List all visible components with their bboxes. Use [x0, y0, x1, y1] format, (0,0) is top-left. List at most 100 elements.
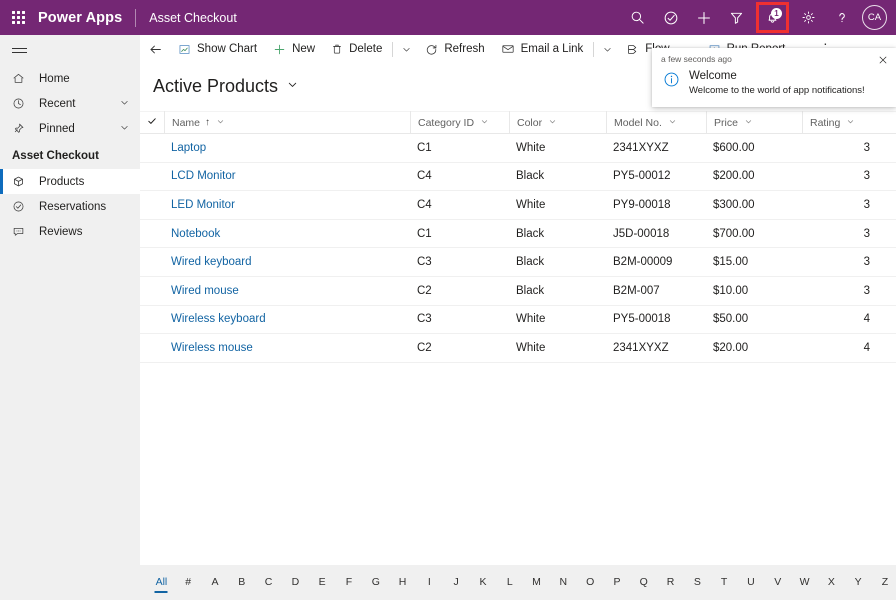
chevron-down-icon[interactable] — [668, 117, 677, 129]
alpha-filter-h[interactable]: H — [389, 573, 416, 593]
alpha-filter-y[interactable]: Y — [845, 573, 872, 593]
cell-model: J5D-00018 — [613, 227, 670, 240]
sidebar-item-reservations[interactable]: Reservations — [0, 194, 140, 219]
show-chart-button[interactable]: Show Chart — [170, 35, 265, 64]
alpha-filter-c[interactable]: C — [255, 573, 282, 593]
column-header-price[interactable]: Price — [706, 111, 802, 134]
column-header-name[interactable]: Name ↑ — [164, 111, 410, 134]
alpha-filter-t[interactable]: T — [711, 573, 738, 593]
table-row[interactable]: Wired mouse C2 Black B2M-007 $10.00 3 — [140, 277, 896, 306]
sidebar-item-reviews[interactable]: Reviews — [0, 219, 140, 244]
cell-name[interactable]: Notebook — [164, 228, 410, 240]
app-name-label[interactable]: Asset Checkout — [149, 11, 237, 25]
alpha-filter-f[interactable]: F — [336, 573, 363, 593]
alpha-filter-z[interactable]: Z — [872, 573, 896, 593]
chevron-down-icon[interactable] — [119, 122, 140, 136]
trash-icon — [331, 43, 343, 55]
alpha-filter-s[interactable]: S — [684, 573, 711, 593]
email-a-link-button[interactable]: Email a Link — [493, 35, 592, 64]
sidebar-item-products[interactable]: Products — [0, 169, 140, 194]
alpha-filter-g[interactable]: G — [362, 573, 389, 593]
alpha-filter-j[interactable]: J — [443, 573, 470, 593]
alpha-filter-b[interactable]: B — [228, 573, 255, 593]
alpha-filter-v[interactable]: V — [764, 573, 791, 593]
alpha-filter-e[interactable]: E — [309, 573, 336, 593]
sidebar-item-pinned[interactable]: Pinned — [0, 116, 140, 141]
alpha-filter-i[interactable]: I — [416, 573, 443, 593]
alpha-filter-q[interactable]: Q — [630, 573, 657, 593]
cell-name[interactable]: Wired keyboard — [164, 256, 410, 268]
table-row[interactable]: LED Monitor C4 White PY9-00018 $300.00 3 — [140, 191, 896, 220]
alpha-filter-a[interactable]: A — [202, 573, 229, 593]
cell-model: 2341XYXZ — [613, 341, 669, 354]
cell-category: C3 — [417, 313, 432, 326]
cell-price: $50.00 — [713, 313, 749, 326]
sidebar-item-label: Pinned — [39, 122, 75, 135]
plus-icon[interactable] — [687, 0, 720, 35]
filter-icon[interactable] — [720, 0, 753, 35]
alpha-filter-x[interactable]: X — [818, 573, 845, 593]
grid-header-row: Name ↑ Category ID Color Model No. Price… — [140, 111, 896, 134]
sidebar-item-label: Home — [39, 72, 70, 85]
chevron-down-icon[interactable] — [846, 117, 855, 129]
diagnostics-icon[interactable] — [654, 0, 687, 35]
chevron-down-icon[interactable] — [119, 97, 140, 111]
cell-name[interactable]: Wired mouse — [164, 285, 410, 297]
delete-caret-icon[interactable] — [395, 35, 417, 64]
notification-item[interactable]: Welcome Welcome to the world of app noti… — [652, 68, 896, 97]
chevron-down-icon[interactable] — [216, 117, 225, 129]
search-icon[interactable] — [621, 0, 654, 35]
help-icon[interactable] — [825, 0, 858, 35]
alpha-filter-k[interactable]: K — [470, 573, 497, 593]
alpha-filter-hash[interactable]: # — [175, 573, 202, 593]
cell-name[interactable]: Wireless keyboard — [164, 313, 410, 325]
cell-model: PY5-00012 — [613, 170, 671, 183]
refresh-button[interactable]: Refresh — [417, 35, 492, 64]
column-header-color[interactable]: Color — [509, 111, 606, 134]
alpha-filter-n[interactable]: N — [550, 573, 577, 593]
table-row[interactable]: Wired keyboard C3 Black B2M-00009 $15.00… — [140, 248, 896, 277]
alpha-filter-w[interactable]: W — [791, 573, 818, 593]
alpha-filter-o[interactable]: O — [577, 573, 604, 593]
alpha-filter-d[interactable]: D — [282, 573, 309, 593]
column-header-rating[interactable]: Rating — [802, 111, 890, 134]
cell-name[interactable]: Wireless mouse — [164, 342, 410, 354]
alpha-filter-u[interactable]: U — [738, 573, 765, 593]
alpha-filter-p[interactable]: P — [604, 573, 631, 593]
sidebar-item-recent[interactable]: Recent — [0, 91, 140, 116]
email-caret-icon[interactable] — [596, 35, 618, 64]
cell-name[interactable]: LCD Monitor — [164, 170, 410, 182]
column-header-model-no[interactable]: Model No. — [606, 111, 706, 134]
app-launcher-button[interactable] — [0, 0, 36, 35]
avatar[interactable]: CA — [862, 5, 887, 30]
close-icon[interactable] — [874, 52, 892, 68]
chevron-down-icon[interactable] — [480, 117, 489, 129]
comment-icon — [12, 225, 30, 238]
sidebar-item-home[interactable]: Home — [0, 66, 140, 91]
cell-name[interactable]: LED Monitor — [164, 199, 410, 211]
chevron-down-icon[interactable] — [286, 78, 299, 96]
table-row[interactable]: LCD Monitor C4 Black PY5-00012 $200.00 3 — [140, 163, 896, 192]
gear-icon[interactable] — [792, 0, 825, 35]
alpha-filter-m[interactable]: M — [523, 573, 550, 593]
alpha-filter-l[interactable]: L — [496, 573, 523, 593]
chevron-down-icon[interactable] — [548, 117, 557, 129]
table-row[interactable]: Laptop C1 White 2341XYXZ $600.00 3 — [140, 134, 896, 163]
command-label: Delete — [349, 43, 383, 55]
table-row[interactable]: Wireless keyboard C3 White PY5-00018 $50… — [140, 306, 896, 335]
table-row[interactable]: Notebook C1 Black J5D-00018 $700.00 3 — [140, 220, 896, 249]
delete-button[interactable]: Delete — [323, 35, 390, 64]
table-row[interactable]: Wireless mouse C2 White 2341XYXZ $20.00 … — [140, 334, 896, 363]
new-button[interactable]: New — [265, 35, 323, 64]
sidebar-collapse-button[interactable] — [0, 35, 140, 66]
select-all-checkbox[interactable] — [140, 111, 164, 134]
cell-name[interactable]: Laptop — [164, 142, 410, 154]
alpha-filter-r[interactable]: R — [657, 573, 684, 593]
alpha-filter-all[interactable]: All — [148, 573, 175, 593]
cell-model: B2M-00009 — [613, 256, 673, 269]
chevron-down-icon[interactable] — [744, 117, 753, 129]
brand-title[interactable]: Power Apps — [36, 10, 122, 26]
notification-bell-button[interactable]: 1 — [756, 2, 789, 33]
column-header-category-id[interactable]: Category ID — [410, 111, 509, 134]
back-button[interactable] — [140, 35, 170, 64]
